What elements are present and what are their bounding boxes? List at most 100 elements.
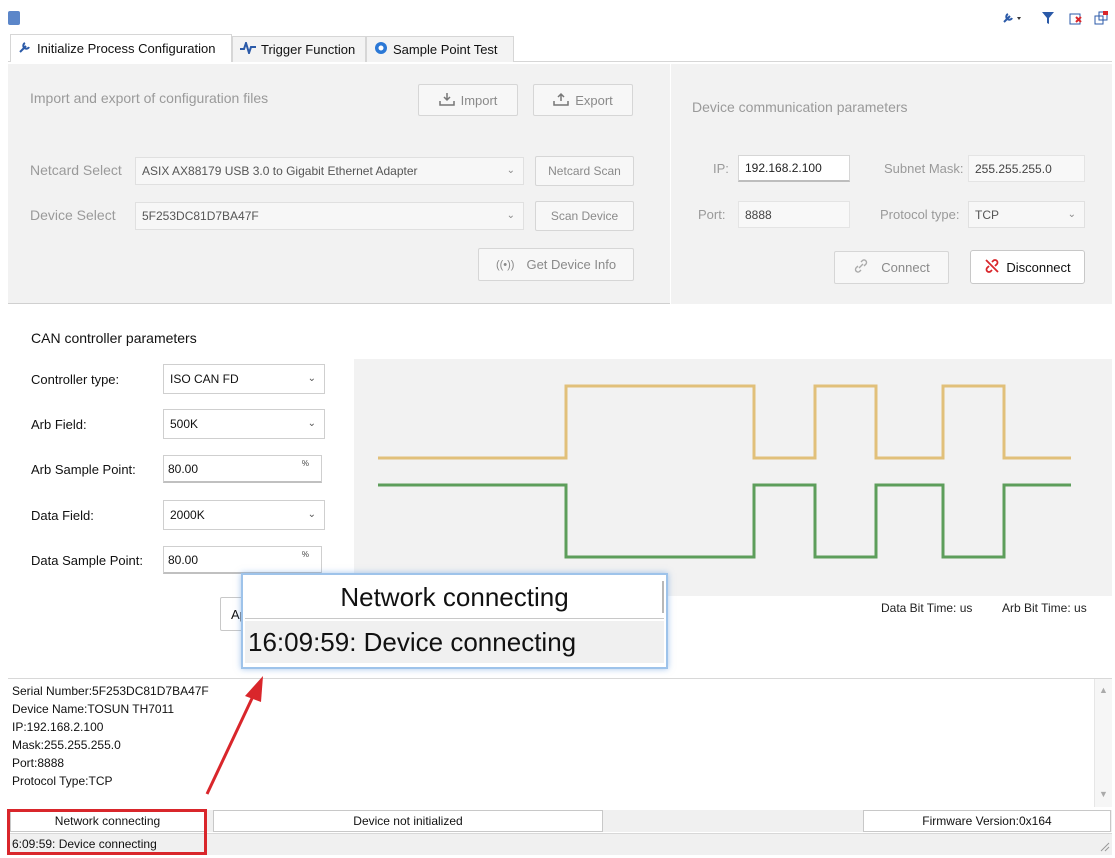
- waveform-preview: [354, 359, 1112, 596]
- netcard-value: ASIX AX88179 USB 3.0 to Gigabit Ethernet…: [142, 164, 418, 178]
- percent-unit: %: [301, 550, 309, 559]
- netcard-label: Netcard Select: [30, 162, 122, 178]
- port-label: Port:: [698, 207, 726, 222]
- chevron-down-icon: ⌄: [1067, 208, 1076, 220]
- scan-device-label: Scan Device: [550, 209, 619, 223]
- tab-label: Sample Point Test: [393, 42, 498, 57]
- data-bit-time: Data Bit Time: us: [881, 601, 973, 615]
- wrench-icon: [18, 40, 32, 57]
- config-heading: Import and export of configuration files: [30, 90, 269, 106]
- close-red-icon[interactable]: [1068, 10, 1084, 26]
- log-line: IP:192.168.2.100: [12, 720, 104, 734]
- subnet-mask-input[interactable]: 255.255.255.0: [968, 155, 1085, 182]
- resize-grip-icon[interactable]: [1098, 840, 1110, 852]
- subnet-mask-label: Subnet Mask:: [884, 161, 964, 176]
- chevron-down-icon: ⌄: [307, 372, 316, 384]
- protocol-type-value: TCP: [975, 207, 999, 222]
- connect-button[interactable]: Connect: [834, 251, 949, 284]
- arb-waveform: [378, 384, 1071, 460]
- config-panel: Import and export of configuration files…: [8, 64, 670, 304]
- zoom-callout: Network connecting 16:09:59: Device conn…: [241, 573, 668, 669]
- title-bar: [0, 6, 1115, 30]
- controller-type-label: Controller type:: [31, 372, 120, 387]
- log-scrollbar[interactable]: ▲ ▼: [1094, 679, 1112, 807]
- log-line: Device Name:TOSUN TH7011: [12, 702, 175, 716]
- chevron-down-icon: ⌄: [307, 417, 316, 429]
- arb-field-value: 500K: [170, 417, 199, 431]
- log-line: Protocol Type:TCP: [12, 774, 113, 788]
- link-icon: [853, 258, 869, 277]
- percent-unit: %: [301, 459, 309, 468]
- arb-sample-point-value: 80.00: [168, 461, 199, 476]
- ip-input[interactable]: 192.168.2.100: [738, 155, 850, 182]
- data-sample-point-value: 80.00: [168, 552, 199, 567]
- export-button[interactable]: Export: [533, 84, 633, 116]
- export-label: Export: [575, 92, 613, 108]
- netcard-select[interactable]: ASIX AX88179 USB 3.0 to Gigabit Ethernet…: [135, 157, 524, 185]
- log-line: Serial Number:5F253DC81D7BA47F: [12, 684, 209, 698]
- status-highlight-box: [7, 809, 207, 855]
- tab-bar: Initialize Process Configuration Trigger…: [8, 34, 1112, 62]
- controller-type-value: ISO CAN FD: [170, 372, 239, 386]
- broadcast-icon: ((•)): [495, 258, 515, 271]
- filter-icon[interactable]: [1040, 10, 1056, 26]
- restore-icon[interactable]: [1093, 10, 1109, 26]
- connect-label: Connect: [881, 260, 930, 275]
- comm-heading: Device communication parameters: [692, 99, 908, 115]
- arb-bit-time: Arb Bit Time: us: [1002, 601, 1087, 615]
- port-input[interactable]: 8888: [738, 201, 850, 228]
- broken-link-icon: [984, 258, 1000, 277]
- ip-label: IP:: [713, 161, 729, 176]
- get-device-info-label: Get Device Info: [526, 257, 617, 272]
- chevron-down-icon: ⌄: [307, 508, 316, 520]
- chevron-down-icon: ⌄: [506, 164, 515, 176]
- device-label: Device Select: [30, 207, 116, 223]
- log-line: Mask:255.255.255.0: [12, 738, 121, 752]
- log-line: Port:8888: [12, 756, 65, 770]
- port-value: 8888: [745, 207, 772, 222]
- data-field-label: Data Field:: [31, 508, 94, 523]
- import-label: Import: [460, 92, 498, 108]
- tab-sample-point-test[interactable]: Sample Point Test: [366, 36, 514, 62]
- callout-network-text: Network connecting: [245, 577, 664, 619]
- scroll-down-icon[interactable]: ▼: [1099, 789, 1108, 799]
- scan-device-button[interactable]: Scan Device: [535, 201, 634, 231]
- data-field-select[interactable]: 2000K ⌄: [163, 500, 325, 530]
- callout-separator: [662, 581, 664, 613]
- arb-field-select[interactable]: 500K ⌄: [163, 409, 325, 439]
- waveform-icon: [240, 39, 256, 57]
- protocol-type-label: Protocol type:: [880, 207, 960, 222]
- scroll-up-icon[interactable]: ▲: [1099, 685, 1108, 695]
- disconnect-label: Disconnect: [1006, 259, 1071, 275]
- tab-trigger-function[interactable]: Trigger Function: [232, 36, 366, 62]
- wrench-dropdown-icon[interactable]: [1001, 10, 1025, 26]
- ip-value: 192.168.2.100: [745, 161, 822, 175]
- subnet-mask-value: 255.255.255.0: [975, 161, 1052, 176]
- data-field-value: 2000K: [170, 508, 205, 522]
- controller-type-select[interactable]: ISO CAN FD ⌄: [163, 364, 325, 394]
- firmware-version: Firmware Version:0x164: [863, 810, 1111, 832]
- tab-label: Initialize Process Configuration: [37, 41, 216, 56]
- disconnect-button[interactable]: Disconnect: [970, 250, 1085, 284]
- protocol-type-select[interactable]: TCP ⌄: [968, 201, 1085, 228]
- device-value: 5F253DC81D7BA47F: [142, 209, 259, 223]
- annotation-arrow: [205, 676, 263, 795]
- tab-initialize-process-configuration[interactable]: Initialize Process Configuration: [10, 34, 232, 62]
- arb-sample-point-input[interactable]: 80.00 %: [163, 455, 322, 483]
- device-select[interactable]: 5F253DC81D7BA47F ⌄: [135, 202, 524, 230]
- device-info-log[interactable]: Serial Number:5F253DC81D7BA47F Device Na…: [8, 678, 1112, 807]
- tab-label: Trigger Function: [261, 42, 356, 57]
- can-heading: CAN controller parameters: [31, 330, 197, 346]
- netcard-scan-button[interactable]: Netcard Scan: [535, 156, 634, 186]
- import-button[interactable]: Import: [418, 84, 518, 116]
- get-device-info-button[interactable]: ((•)) Get Device Info: [478, 248, 634, 281]
- comm-panel: Device communication parameters IP: 192.…: [671, 64, 1112, 304]
- app-icon: [8, 11, 20, 25]
- arb-sample-point-label: Arb Sample Point:: [31, 462, 136, 477]
- data-sample-point-input[interactable]: 80.00 %: [163, 546, 322, 574]
- data-sample-point-label: Data Sample Point:: [31, 553, 144, 568]
- chevron-down-icon: ⌄: [506, 209, 515, 221]
- callout-message-text: 16:09:59: Device connecting: [245, 621, 664, 663]
- netcard-scan-label: Netcard Scan: [548, 164, 621, 178]
- device-status: Device not initialized: [213, 810, 603, 832]
